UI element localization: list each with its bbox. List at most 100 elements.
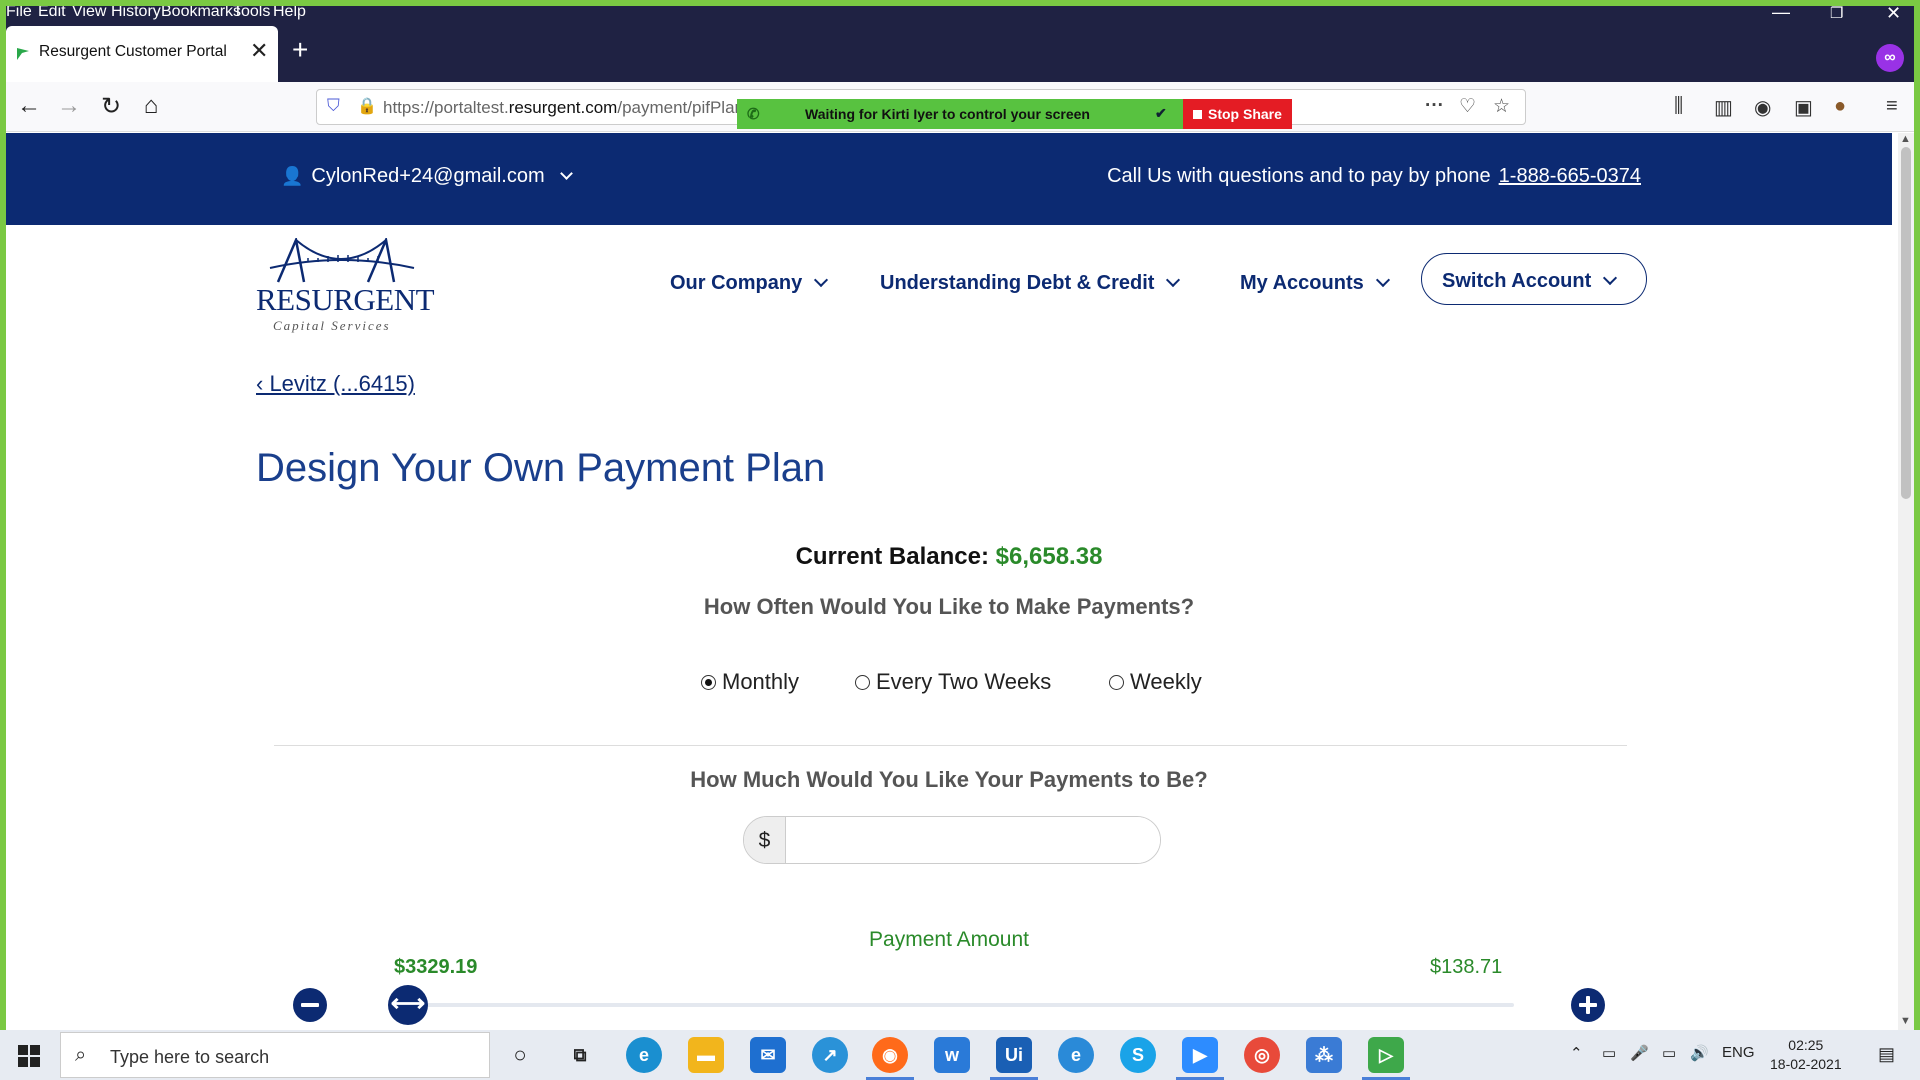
bookmark-star-icon[interactable]: ☆ xyxy=(1493,95,1510,118)
reload-icon[interactable]: ↻ xyxy=(96,92,126,121)
restore-icon[interactable]: ❐ xyxy=(1830,6,1843,22)
new-tab-icon[interactable]: + xyxy=(292,34,308,66)
network-app-icon[interactable]: ⁂ xyxy=(1306,1037,1342,1073)
battery-icon[interactable]: ▭ xyxy=(1662,1044,1676,1062)
tracking-shield-icon[interactable]: ⛉ xyxy=(327,96,340,116)
slider-max-value: $3329.19 xyxy=(394,956,478,978)
close-window-icon[interactable]: ✕ xyxy=(1886,6,1901,24)
cortana-icon[interactable]: ○ xyxy=(502,1037,538,1073)
radio-monthly-label: Monthly xyxy=(722,669,800,694)
edge-beta-icon[interactable]: e xyxy=(1058,1037,1094,1073)
task-view-icon[interactable]: ⧉ xyxy=(562,1037,598,1073)
microphone-icon[interactable]: 🎤 xyxy=(1630,1044,1649,1062)
radio-weekly-label: Weekly xyxy=(1130,669,1202,694)
radio-weekly[interactable]: Weekly xyxy=(1109,669,1202,695)
menu-file[interactable]: File xyxy=(6,6,32,21)
scroll-thumb[interactable] xyxy=(1901,147,1911,499)
nav-my-accounts[interactable]: My Accounts xyxy=(1240,272,1390,295)
radio-selected-icon[interactable] xyxy=(701,675,716,690)
slider-label: Payment Amount xyxy=(869,928,1029,951)
windows-start-icon[interactable] xyxy=(18,1045,40,1067)
menu-bar: File Edit View History Bookmarks Tools H… xyxy=(6,6,1914,24)
slider-handle[interactable]: ⟷ xyxy=(388,985,428,1025)
pocket-icon[interactable]: ♡ xyxy=(1459,95,1476,118)
menu-edit[interactable]: Edit xyxy=(38,6,66,21)
back-icon[interactable]: ← xyxy=(14,92,44,120)
url-prefix: https://portaltest. xyxy=(383,98,509,117)
windows-taskbar: ⌕ Type here to search ○ ⧉ e ▬ ✉ ↗ ◉ w Ui… xyxy=(0,1030,1920,1080)
tab-close-icon[interactable]: ✕ xyxy=(250,38,268,64)
sidebar-icon[interactable]: ▥ xyxy=(1714,95,1733,120)
lock-icon[interactable]: 🔒 xyxy=(357,96,377,116)
scroll-up-icon[interactable]: ▲ xyxy=(1900,133,1911,145)
menu-bookmarks[interactable]: Bookmarks xyxy=(161,6,241,21)
menu-help[interactable]: Help xyxy=(273,6,306,21)
chevron-down-icon xyxy=(1166,272,1181,288)
tab-resurgent[interactable]: Resurgent Customer Portal ✕ xyxy=(6,26,278,82)
menu-tools[interactable]: Tools xyxy=(233,6,270,21)
phone-link[interactable]: 1-888-665-0374 xyxy=(1499,165,1641,187)
mail-icon[interactable]: ✉ xyxy=(750,1037,786,1073)
resurgent-logo[interactable]: RESURGENT Capital Services xyxy=(256,238,435,336)
increase-button[interactable] xyxy=(1571,988,1605,1022)
radio-unselected-icon[interactable] xyxy=(1109,675,1124,690)
private-browsing-icon: ∞ xyxy=(1876,44,1904,72)
switch-account-button[interactable]: Switch Account xyxy=(1421,253,1647,305)
uipath-icon[interactable]: Ui xyxy=(990,1037,1038,1080)
logo-name: RESURGENT xyxy=(256,282,435,317)
account-icon[interactable]: ◉ xyxy=(1754,95,1771,120)
payment-slider-track[interactable] xyxy=(406,1003,1514,1007)
radio-unselected-icon[interactable] xyxy=(855,675,870,690)
search-placeholder: Type here to search xyxy=(110,1047,270,1067)
extension-icon[interactable]: ▣ xyxy=(1794,95,1813,120)
nav-our-company[interactable]: Our Company xyxy=(670,272,829,295)
page-actions-icon[interactable]: ··· xyxy=(1425,95,1444,117)
scroll-down-icon[interactable]: ▼ xyxy=(1900,1015,1911,1027)
stop-icon xyxy=(1193,110,1202,119)
chevron-down-icon xyxy=(1603,270,1618,286)
taskbar-search-box[interactable]: ⌕ Type here to search xyxy=(60,1032,490,1078)
vertical-scrollbar[interactable]: ▲ ▼ xyxy=(1898,133,1914,1030)
url-domain: resurgent.com xyxy=(508,98,618,117)
bridge-logo-icon xyxy=(269,238,415,283)
notifications-icon[interactable]: ▤ xyxy=(1878,1044,1895,1065)
logo-subtitle: Capital Services xyxy=(273,318,391,333)
firefox-icon[interactable]: ◉ xyxy=(866,1037,914,1080)
writer-icon[interactable]: w xyxy=(934,1037,970,1073)
payment-amount-input[interactable] xyxy=(786,817,1160,863)
app-icon[interactable]: ↗ xyxy=(812,1037,848,1073)
chevron-up-icon[interactable]: ⌃ xyxy=(1570,1044,1583,1062)
menu-view[interactable]: View xyxy=(72,6,106,21)
radio-every-two-weeks[interactable]: Every Two Weeks xyxy=(855,669,1051,695)
taskbar-clock[interactable]: 02:25 18-02-2021 xyxy=(1770,1036,1842,1074)
nav-my-accounts-label: My Accounts xyxy=(1240,272,1364,294)
player-app-icon[interactable]: ▷ xyxy=(1362,1037,1410,1080)
volume-icon[interactable]: 🔊 xyxy=(1690,1044,1709,1062)
chrome-icon[interactable]: ◎ xyxy=(1244,1037,1280,1073)
home-icon[interactable]: ⌂ xyxy=(136,92,166,120)
device-icon[interactable]: ▭ xyxy=(1602,1044,1616,1062)
zoom-icon[interactable]: ▶ xyxy=(1176,1037,1224,1080)
file-explorer-icon[interactable]: ▬ xyxy=(688,1037,724,1073)
decrease-button[interactable] xyxy=(293,988,327,1022)
nav-understanding-debt[interactable]: Understanding Debt & Credit xyxy=(880,272,1181,295)
forward-icon[interactable]: → xyxy=(54,92,84,120)
language-indicator[interactable]: ENG xyxy=(1722,1044,1755,1061)
hamburger-menu-icon[interactable]: ≡ xyxy=(1886,95,1898,118)
edge-icon[interactable]: e xyxy=(626,1037,662,1073)
tab-strip: Resurgent Customer Portal ✕ + ∞ xyxy=(6,24,1914,82)
library-icon[interactable]: ⫼ xyxy=(1674,95,1683,118)
user-menu[interactable]: 👤 CylonRed+24@gmail.com xyxy=(281,165,574,188)
menu-history[interactable]: History xyxy=(111,6,161,21)
radio-monthly[interactable]: Monthly xyxy=(701,669,799,695)
stop-share-button[interactable]: Stop Share xyxy=(1183,99,1292,129)
radio-every-two-weeks-label: Every Two Weeks xyxy=(876,669,1052,694)
skype-icon[interactable]: S xyxy=(1120,1037,1156,1073)
minimize-icon[interactable]: — xyxy=(1772,6,1790,23)
cookie-icon[interactable]: ● xyxy=(1834,95,1846,118)
section-divider xyxy=(274,745,1627,746)
frequency-question: How Often Would You Like to Make Payment… xyxy=(703,594,1195,619)
phone-icon: ✆ xyxy=(747,106,760,123)
back-to-account-link[interactable]: ‹ Levitz (...6415) xyxy=(256,371,415,397)
screen-share-banner: ✆ Waiting for Kirti Iyer to control your… xyxy=(737,99,1183,129)
